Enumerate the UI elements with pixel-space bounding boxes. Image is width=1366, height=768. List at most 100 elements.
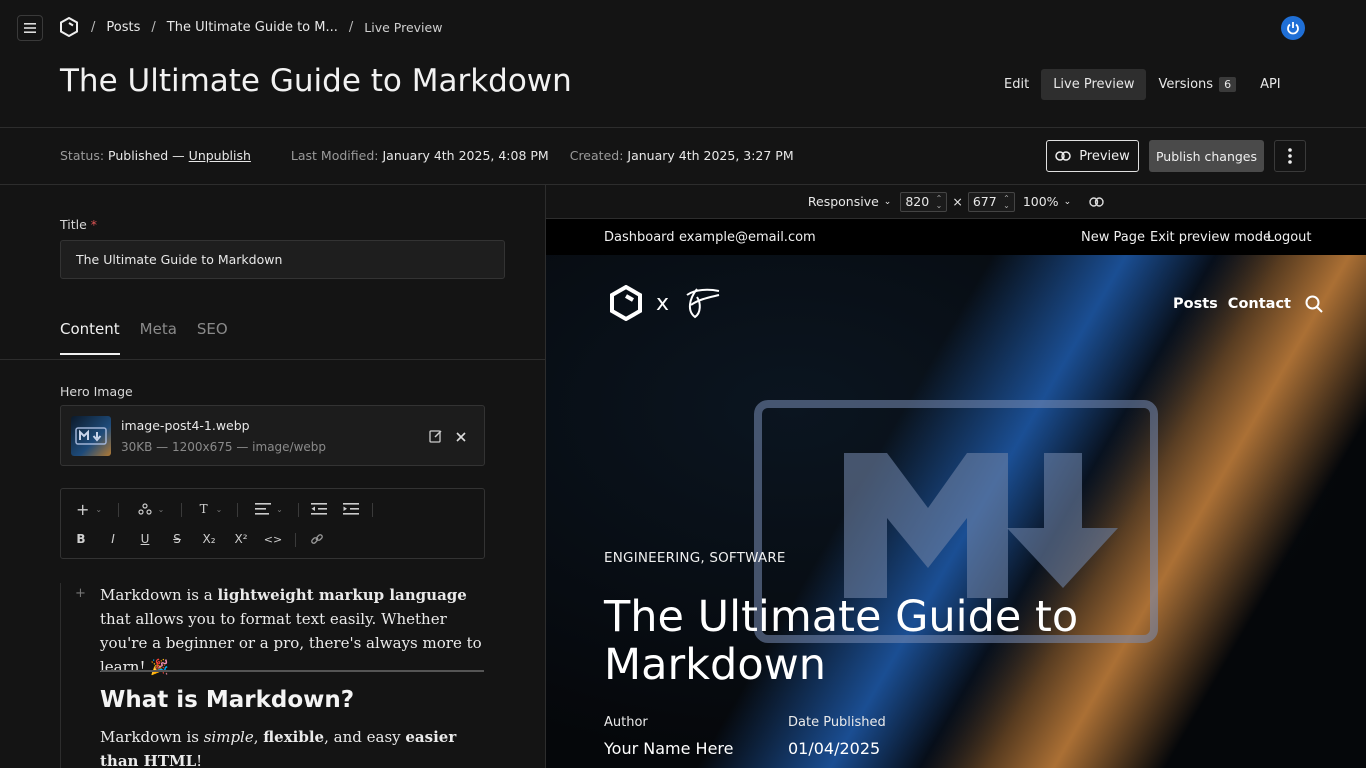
nav-posts[interactable]: Posts [1173,296,1218,312]
status-label: Status: [60,148,105,163]
tab-live-preview[interactable]: Live Preview [1041,69,1147,100]
title-input[interactable]: The Ultimate Guide to Markdown [60,240,505,279]
tab-content[interactable]: Content [60,320,120,355]
link-icon [1089,196,1104,207]
breadcrumb-current: Live Preview [364,19,443,35]
remove-image-button[interactable] [455,428,467,447]
exit-preview-link[interactable]: Exit preview mode [1150,230,1271,245]
align-left-icon [255,503,272,515]
outdent-icon [311,503,327,515]
hero-image-thumbnail[interactable] [71,416,111,456]
live-preview-frame: Dashboard example@email.com New Page Exi… [546,219,1366,768]
menu-button[interactable] [17,15,43,41]
editor-paragraph[interactable]: Markdown is a lightweight markup languag… [100,583,485,679]
toolbar-separator [181,503,182,517]
admin-user-email[interactable]: example@email.com [679,230,816,245]
text-run: , and easy [324,728,406,746]
bold-text-run: flexible [263,728,325,746]
zoom-value: 100% [1022,194,1059,209]
partner-logo-icon [686,288,720,319]
toolbar-separator [372,503,373,517]
outdent-button[interactable] [309,499,329,519]
status-row: Status: Published — Unpublish Last Modif… [60,148,794,163]
date-label: Date Published [788,715,886,730]
status-value: Published — [108,148,185,163]
indent-button[interactable] [341,499,361,519]
chevron-down-icon: ⌄ [883,196,892,207]
breadcrumb-document[interactable]: The Ultimate Guide to M... [167,20,338,35]
stepper-icon[interactable]: ⌃ ⌄ [1003,194,1010,209]
close-icon [456,432,466,442]
code-button[interactable]: <> [263,529,283,549]
tab-api[interactable]: API [1248,69,1293,100]
power-icon [1287,22,1299,35]
tab-seo[interactable]: SEO [197,320,228,355]
edit-image-button[interactable] [429,428,443,447]
bold-button[interactable]: B [71,529,91,549]
hero-file-name[interactable]: image-post4-1.webp [121,418,250,433]
logo-separator: x [656,290,670,316]
editor-heading[interactable]: What is Markdown? [100,687,354,713]
breakpoint-select[interactable]: Responsive ⌄ [808,194,891,209]
height-input[interactable]: 677 ⌃ ⌄ [967,191,1015,212]
post-categories: ENGINEERING, SOFTWARE [604,550,786,566]
tab-versions-label: Versions [1158,77,1214,92]
tab-meta[interactable]: Meta [140,320,177,355]
tab-versions[interactable]: Versions 6 [1146,69,1248,100]
post-title: The Ultimate Guide to Markdown [604,592,1079,690]
underline-button[interactable]: U [135,529,155,549]
editor-paragraph[interactable]: Markdown is simple, flexible, and easy e… [100,725,485,768]
title-field-label: Title * [60,217,97,232]
breadcrumb-posts[interactable]: Posts [106,20,140,35]
author-value: Your Name Here [604,739,734,758]
search-icon[interactable] [1305,295,1323,313]
home-logo-icon[interactable] [60,17,78,37]
edit-icon [429,430,442,443]
height-value: 677 [972,194,997,209]
width-input[interactable]: 820 ⌃ ⌄ [900,191,948,212]
more-options-button[interactable] [1274,140,1306,172]
align-dropdown[interactable]: ⌄ [251,499,287,519]
insert-block-dropdown[interactable]: + ⌄ [73,499,105,519]
chevron-down-icon: ⌄ [1063,196,1072,207]
add-block-icon[interactable]: + [75,586,86,601]
strikethrough-button[interactable]: S [167,529,187,549]
breadcrumb-separator: / [348,19,354,35]
text-run: Markdown is [100,728,204,746]
plus-icon: + [75,499,90,519]
publish-changes-button[interactable]: Publish changes [1149,140,1264,172]
account-avatar[interactable] [1281,16,1305,40]
divider [0,127,1366,128]
author-label: Author [604,715,648,730]
zoom-select[interactable]: 100% ⌄ [1023,194,1071,209]
richtext-editor[interactable]: + Markdown is a lightweight markup langu… [60,583,545,768]
site-logo[interactable]: x [610,285,721,321]
unpublish-link[interactable]: Unpublish [189,148,251,163]
preview-button[interactable]: Preview [1046,140,1139,172]
hamburger-icon [24,23,36,33]
width-value: 820 [905,194,930,209]
hero-file-meta: 30KB — 1200x675 — image/webp [121,440,327,454]
view-tabs: Edit Live Preview Versions 6 API [992,69,1293,100]
toolbar-separator [237,503,238,517]
block-type-dropdown[interactable]: T ⌄ [193,499,229,519]
top-bar: / Posts / The Ultimate Guide to M... / L… [0,0,1366,56]
title-label-text: Title [60,217,87,232]
link-button[interactable] [307,529,327,549]
breadcrumb: / Posts / The Ultimate Guide to M... / L… [60,17,442,37]
stepper-icon[interactable]: ⌃ ⌄ [936,194,943,209]
chevron-down-icon: ⌄ [215,504,223,514]
open-preview-link[interactable] [1089,196,1104,207]
features-dropdown[interactable]: ⌄ [133,499,169,519]
admin-dashboard-link[interactable]: Dashboard [604,230,675,245]
tab-edit[interactable]: Edit [992,69,1041,100]
admin-logout-link[interactable]: Logout [1267,230,1312,245]
italic-button[interactable]: I [103,529,123,549]
breadcrumb-separator: / [91,19,96,35]
nav-contact[interactable]: Contact [1228,296,1291,312]
text-run: ! [196,752,203,768]
subscript-button[interactable]: X₂ [199,529,219,549]
superscript-button[interactable]: X² [231,529,251,549]
admin-new-page-link[interactable]: New Page [1081,230,1145,245]
preview-button-label: Preview [1079,148,1130,164]
